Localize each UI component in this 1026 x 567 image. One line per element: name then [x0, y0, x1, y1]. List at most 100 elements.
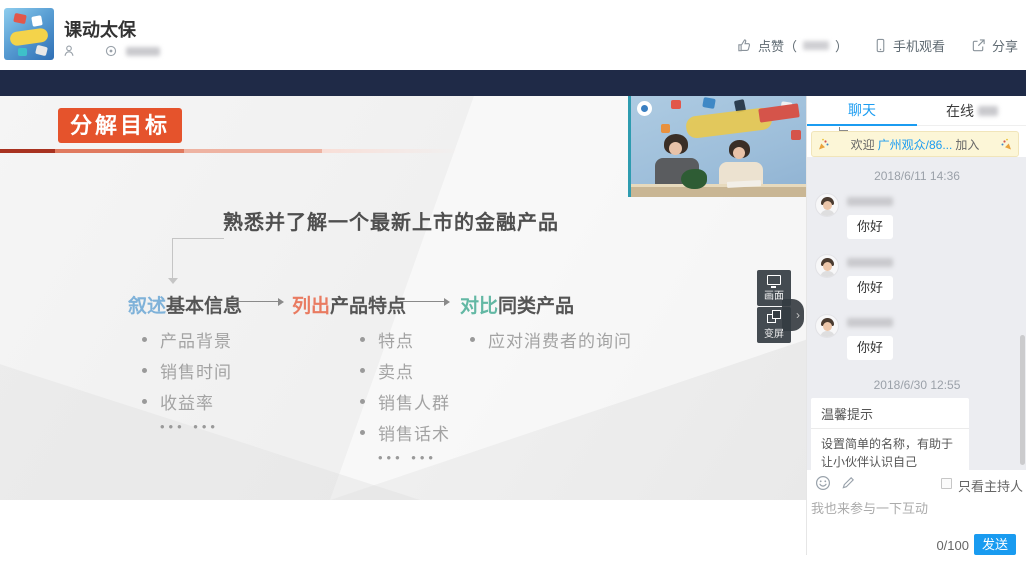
chat-panel: 聊天 在线 欢迎 广州观众/86... 加入 2018/6/11 14:36: [806, 96, 1026, 555]
flow-arrow-head: [444, 298, 450, 306]
welcome-banner: 欢迎 广州观众/86... 加入: [811, 131, 1019, 157]
like-button[interactable]: 点赞（ ）: [737, 36, 848, 55]
col-keyword-1: 列出: [292, 296, 330, 317]
tab-chat[interactable]: 聊天: [807, 96, 917, 126]
like-label-prefix: 点赞（: [758, 36, 797, 55]
flow-arrow: [400, 301, 444, 302]
welcome-suffix: 加入: [955, 136, 979, 153]
chat-message-input[interactable]: [811, 498, 1013, 518]
message-bubble: 你好: [847, 336, 893, 360]
bullet: 产品背景: [160, 327, 232, 352]
logo-decor: [31, 15, 43, 27]
party-icon: [817, 138, 829, 151]
swap-screen-button[interactable]: 变屏: [757, 307, 791, 343]
welcome-viewer-name: 广州观众/86...: [878, 136, 953, 153]
screen-mode-button[interactable]: 画面: [757, 270, 791, 306]
flow-arrow-head: [278, 298, 284, 306]
webcam-desk: [631, 184, 806, 197]
thumbs-up-icon: [737, 38, 752, 53]
tab-online[interactable]: 在线: [917, 96, 1026, 126]
header-actions: 点赞（ ） 手机观看 分享: [737, 36, 1018, 55]
mobile-watch-label: 手机观看: [893, 36, 945, 55]
more-dots: ••• •••: [160, 419, 232, 434]
logo-decor: [35, 45, 48, 56]
share-icon: [971, 38, 986, 53]
blurred-username: [847, 318, 893, 327]
logo-decor: [13, 13, 27, 24]
blurred-like-count: [803, 41, 829, 50]
channel-logo: [4, 8, 54, 60]
mobile-watch-button[interactable]: 手机观看: [874, 36, 945, 55]
chat-message-list: 2018/6/11 14:36 你好 你好 你好 2018/6/30 12:55…: [807, 157, 1026, 470]
page: 课动太保 点赞（ ） 手机观看: [0, 0, 1026, 567]
tip-title: 温馨提示: [811, 398, 969, 429]
tip-box: 温馨提示 设置简单的名称，有助于让小伙伴认识自己: [811, 398, 969, 470]
chat-timestamp: 2018/6/11 14:36: [807, 169, 1026, 183]
char-counter: 0/100: [919, 538, 969, 553]
more-dots: ••• •••: [378, 450, 450, 465]
chat-message: 你好: [807, 193, 1026, 249]
chat-tabs: 聊天 在线: [807, 96, 1026, 126]
swap-screen-label: 变屏: [764, 325, 784, 340]
connector-line: [172, 238, 173, 278]
webcam-decor: [671, 100, 681, 109]
presenter-icon: [62, 44, 76, 58]
col-keyword-2: 对比: [460, 296, 498, 317]
webcam-decor: [791, 130, 801, 140]
chat-message: 你好: [807, 314, 1026, 370]
message-bubble: 你好: [847, 215, 893, 239]
bullet-list-features: 特点 卖点 销售人群 销售话术 ••• •••: [360, 324, 450, 465]
flow-arrow: [234, 301, 278, 302]
bullet: 销售时间: [160, 358, 232, 383]
slide-subtitle: 熟悉并了解一个最新上市的金融产品: [223, 206, 559, 235]
tab-online-label: 在线: [946, 97, 974, 126]
screen-mode-label: 画面: [764, 287, 784, 302]
party-icon: [1001, 138, 1013, 151]
only-host-label[interactable]: 只看主持人: [958, 476, 1023, 495]
chat-input-toolbar: 只看主持人: [807, 470, 1026, 496]
share-label: 分享: [992, 36, 1018, 55]
connector-arrow: [168, 278, 178, 284]
video-slide-area: 分解目标 熟悉并了解一个最新上市的金融产品 叙述基本信息 列出产品特点 对比同类…: [0, 96, 806, 500]
bullet: 特点: [378, 327, 414, 352]
emoji-button[interactable]: [815, 475, 831, 496]
chat-input-area: 只看主持人 0/100 发送: [807, 470, 1026, 555]
tip-body: 设置简单的名称，有助于让小伙伴认识自己: [811, 429, 969, 470]
chat-timestamp: 2018/6/30 12:55: [807, 378, 1026, 392]
share-button[interactable]: 分享: [971, 36, 1018, 55]
webcam-banner-tag: [758, 103, 800, 122]
chat-scrollbar-thumb[interactable]: [1020, 335, 1025, 465]
bullet: 卖点: [378, 358, 414, 383]
slide-title-underline: [0, 149, 460, 153]
avatar: [815, 314, 839, 338]
swap-screen-icon: [767, 310, 781, 323]
blurred-username: [847, 197, 893, 206]
connector-line: [172, 238, 224, 239]
webcam-decor: [661, 124, 670, 133]
like-label-suffix: ）: [835, 36, 848, 55]
webcam-plant: [681, 169, 707, 189]
edit-name-button[interactable]: [841, 475, 856, 495]
bullet: 销售话术: [378, 420, 450, 445]
welcome-prefix: 欢迎: [851, 136, 875, 153]
emoji-icon: [815, 475, 831, 491]
message-bubble: 你好: [847, 276, 893, 300]
phone-icon: [874, 38, 887, 53]
column-heading-compare: 对比同类产品: [460, 291, 574, 318]
avatar: [815, 254, 839, 278]
bullet: 销售人群: [378, 389, 450, 414]
tab-chat-label: 聊天: [848, 96, 876, 125]
bullet-list-compare: 应对消费者的询问: [470, 324, 632, 355]
page-title: 课动太保: [64, 16, 136, 42]
screen-icon: [767, 275, 781, 285]
column-heading-narrate: 叙述基本信息: [128, 291, 242, 318]
send-button[interactable]: 发送: [974, 534, 1016, 555]
col-rest-0: 基本信息: [166, 296, 242, 317]
column-heading-list: 列出产品特点: [292, 291, 406, 318]
only-host-checkbox[interactable]: [941, 478, 952, 489]
blurred-meta-text: [126, 47, 160, 56]
pencil-icon: [841, 475, 856, 490]
col-keyword-0: 叙述: [128, 296, 166, 317]
chat-message: 你好: [807, 254, 1026, 310]
slide-title: 分解目标: [58, 108, 182, 143]
